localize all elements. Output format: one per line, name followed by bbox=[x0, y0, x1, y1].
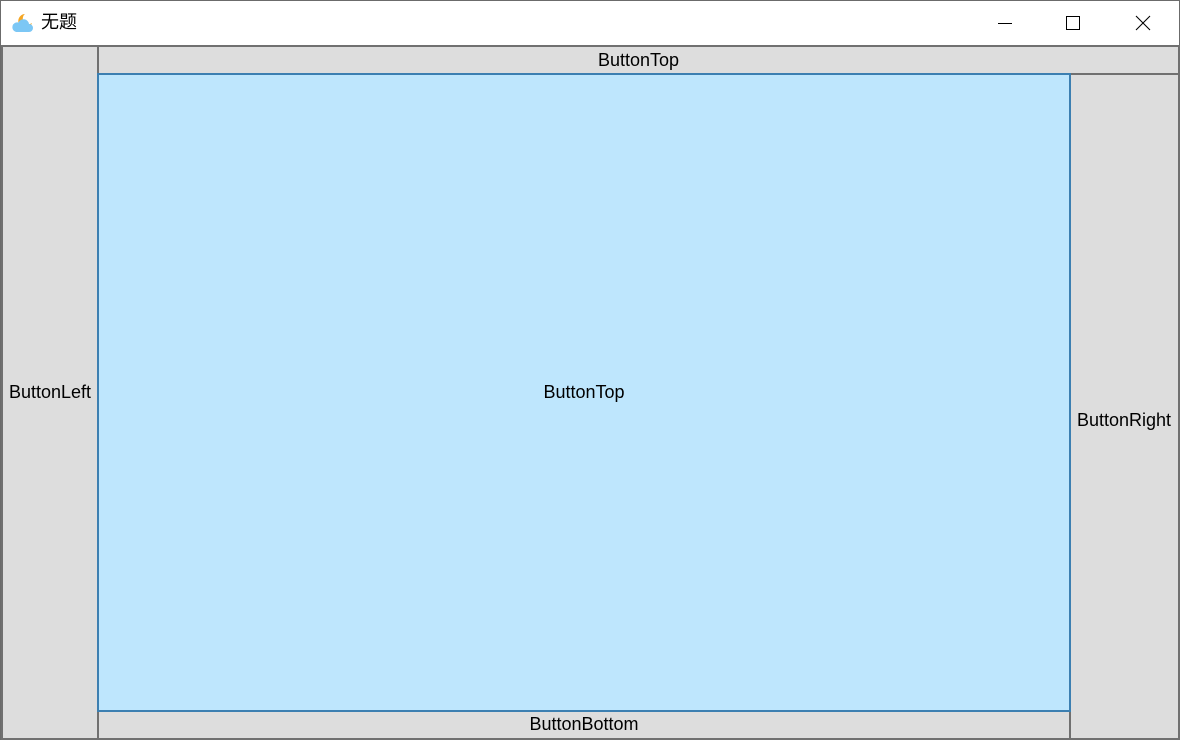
close-button[interactable] bbox=[1109, 1, 1177, 45]
maximize-icon bbox=[1065, 15, 1081, 31]
button-bottom[interactable]: ButtonBottom bbox=[97, 709, 1071, 740]
title-bar[interactable]: 无题 bbox=[1, 1, 1179, 45]
button-top[interactable]: ButtonTop bbox=[97, 45, 1180, 76]
app-window: 无题 ButtonLeft ButtonTop ButtonRight Butt… bbox=[0, 0, 1180, 740]
weather-cloud-sun-icon bbox=[11, 12, 35, 34]
window-title: 无题 bbox=[41, 12, 77, 33]
maximize-button[interactable] bbox=[1039, 1, 1107, 45]
button-fill[interactable]: ButtonTop bbox=[97, 73, 1071, 712]
button-right[interactable]: ButtonRight bbox=[1068, 73, 1180, 740]
button-left[interactable]: ButtonLeft bbox=[1, 45, 99, 740]
close-icon bbox=[1135, 15, 1151, 31]
minimize-button[interactable] bbox=[971, 1, 1039, 45]
minimize-icon bbox=[997, 15, 1013, 31]
